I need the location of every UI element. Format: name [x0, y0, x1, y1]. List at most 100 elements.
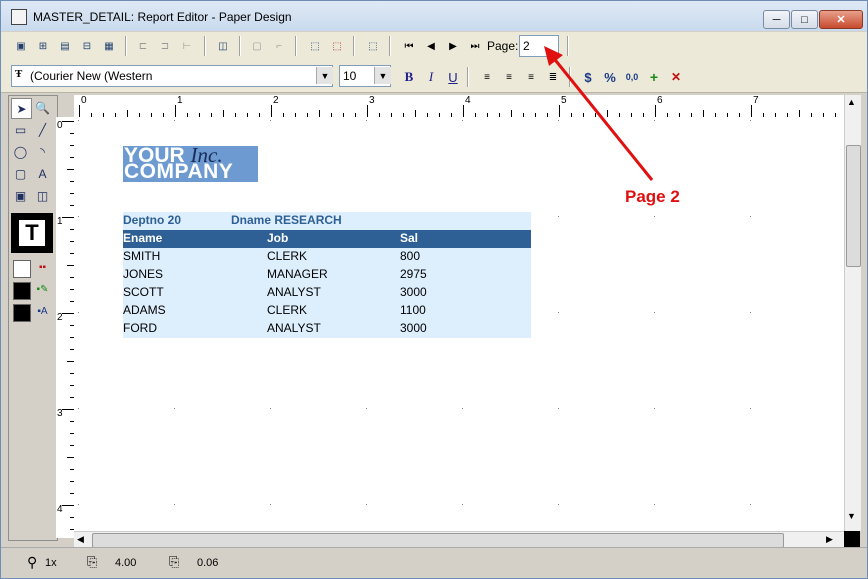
maximize-button[interactable]: □: [791, 10, 818, 29]
app-icon: [11, 9, 27, 25]
param-form-icon[interactable]: ▤: [55, 36, 75, 56]
scroll-right-icon[interactable]: ▶: [826, 534, 833, 545]
font-size-select[interactable]: 10 ▼: [339, 65, 391, 87]
truetype-icon: Ŧ: [15, 68, 23, 80]
minimize-button[interactable]: ─: [763, 10, 790, 29]
underline-button[interactable]: U: [443, 67, 463, 87]
first-page-icon[interactable]: ⏮: [399, 36, 419, 56]
table-row[interactable]: SCOTT ANALYST 3000: [123, 284, 531, 302]
align-left-icon[interactable]: ≡: [477, 67, 497, 87]
align-center-icon[interactable]: ≡: [499, 67, 519, 87]
select-children-icon[interactable]: ⬚: [327, 36, 347, 56]
vertical-scrollbar[interactable]: ▲ ▼: [844, 95, 861, 531]
web-source-icon[interactable]: ▦: [99, 36, 119, 56]
add-decimal-icon[interactable]: +: [644, 67, 664, 87]
table-row[interactable]: FORD ANALYST 3000: [123, 320, 531, 338]
job-cell: ANALYST: [267, 321, 321, 335]
ellipse-tool-icon[interactable]: ◯: [11, 142, 30, 161]
anchor-icon[interactable]: ⌐: [269, 36, 289, 56]
column-header-ename: Ename: [123, 231, 163, 245]
job-cell: ANALYST: [267, 285, 321, 299]
ruler-label: 4: [57, 504, 63, 515]
vertical-position: 0.06: [197, 557, 219, 569]
toolbar-separator: [389, 36, 391, 56]
job-cell: CLERK: [267, 249, 308, 263]
ruler-label: 6: [657, 95, 663, 106]
ruler-label: 1: [57, 216, 63, 227]
scroll-down-icon[interactable]: ▼: [847, 511, 856, 521]
previous-page-icon[interactable]: ◀: [421, 36, 441, 56]
line-tool-icon[interactable]: ╱: [33, 120, 52, 139]
close-icon: ✕: [836, 14, 846, 26]
master-group-frame[interactable]: Deptno 20 Dname RESEARCH: [123, 212, 531, 230]
move-backward-icon[interactable]: ⊐: [155, 36, 175, 56]
table-row[interactable]: JONES MANAGER 2975: [123, 266, 531, 284]
next-page-icon[interactable]: ▶: [443, 36, 463, 56]
fill-color-icon[interactable]: ▪▪: [33, 258, 52, 277]
justify-icon[interactable]: ≣: [543, 67, 563, 87]
minimize-icon: ─: [772, 13, 781, 26]
data-model-icon[interactable]: ▣: [11, 36, 31, 56]
field-tool-icon[interactable]: ▣: [11, 186, 30, 205]
scroll-thumb[interactable]: [846, 145, 861, 267]
line-color-icon[interactable]: ▪✎: [33, 280, 52, 299]
frame-tool-icon[interactable]: ◫: [33, 186, 52, 205]
ruler-ticks: [79, 105, 836, 117]
text-format-preview[interactable]: T: [11, 213, 53, 253]
toolbar-area: ▣ ⊞ ▤ ⊟ ▦ ⊏ ⊐ ⊢ ◫ ▢ ⌐ ⬚ ⬚ ⬚ ⏮ ◀ ▶ ⏭ Page…: [1, 32, 867, 93]
magnify-tool-icon[interactable]: 🔍: [33, 98, 52, 117]
move-forward-icon[interactable]: ⊏: [133, 36, 153, 56]
percent-button[interactable]: %: [600, 67, 620, 87]
scroll-left-icon[interactable]: ◀: [77, 534, 84, 545]
italic-button[interactable]: I: [421, 67, 441, 87]
close-button[interactable]: ✕: [819, 10, 863, 29]
select-parent-icon[interactable]: ⬚: [305, 36, 325, 56]
last-page-icon[interactable]: ⏭: [465, 36, 485, 56]
grid-dot: [78, 504, 79, 505]
align-right-icon[interactable]: ≡: [521, 67, 541, 87]
table-row[interactable]: SMITH CLERK 800: [123, 248, 531, 266]
frame-icon[interactable]: ▢: [247, 36, 267, 56]
scroll-up-icon[interactable]: ▲: [847, 97, 856, 107]
sal-cell: 1100: [400, 303, 426, 317]
grid-dot: [174, 504, 175, 505]
arc-tool-icon[interactable]: ◝: [33, 142, 52, 161]
paper-design-canvas[interactable]: YOUR Inc. COMPANY Deptno 20 Dname RESEAR…: [74, 117, 844, 531]
horizontal-scrollbar[interactable]: ◀ ▶: [74, 531, 844, 548]
grid-dot: [750, 408, 751, 409]
company-logo[interactable]: YOUR Inc. COMPANY: [123, 146, 258, 182]
select-tool-icon[interactable]: ➤: [11, 98, 32, 119]
rectangle-tool-icon[interactable]: ▭: [11, 120, 30, 139]
grid-dot: [270, 120, 271, 121]
detail-header-row[interactable]: Ename Job Sal: [123, 230, 531, 248]
table-row[interactable]: ADAMS CLERK 1100: [123, 302, 531, 320]
grid-dot: [558, 408, 559, 409]
commas-button[interactable]: 0,0: [622, 67, 642, 87]
text-tool-icon[interactable]: A: [33, 164, 52, 183]
grid-dot: [654, 504, 655, 505]
bold-button[interactable]: B: [399, 67, 419, 87]
font-select[interactable]: (Courier New (Western Ŧ ▼: [11, 65, 333, 87]
scroll-thumb[interactable]: [92, 533, 784, 548]
page-number-input[interactable]: 2: [519, 35, 559, 57]
horizontal-position: 4.00: [115, 557, 137, 569]
text-color-icon[interactable]: ▪A: [33, 302, 52, 321]
ruler-ticks: [62, 121, 74, 530]
rounded-rect-tool-icon[interactable]: ▢: [11, 164, 30, 183]
align-icon[interactable]: ⊢: [177, 36, 197, 56]
layout-model-icon[interactable]: ⊞: [33, 36, 53, 56]
detail-rows-frame[interactable]: SMITH CLERK 800 JONES MANAGER 2975 SCOTT…: [123, 248, 531, 338]
grid-dot: [462, 504, 463, 505]
line-color-swatch[interactable]: [13, 282, 31, 300]
remove-decimal-icon[interactable]: ✕: [666, 67, 686, 87]
preview-icon[interactable]: ⊟: [77, 36, 97, 56]
confine-icon[interactable]: ⬚: [363, 36, 383, 56]
zoom-icon: ⚲: [27, 554, 38, 570]
text-color-swatch[interactable]: [13, 304, 31, 322]
grid-dot: [270, 408, 271, 409]
grid-dot: [558, 120, 559, 121]
currency-button[interactable]: $: [578, 67, 598, 87]
grid-dot: [366, 120, 367, 121]
page-layout-icon[interactable]: ◫: [213, 36, 233, 56]
fill-color-swatch[interactable]: [13, 260, 31, 278]
